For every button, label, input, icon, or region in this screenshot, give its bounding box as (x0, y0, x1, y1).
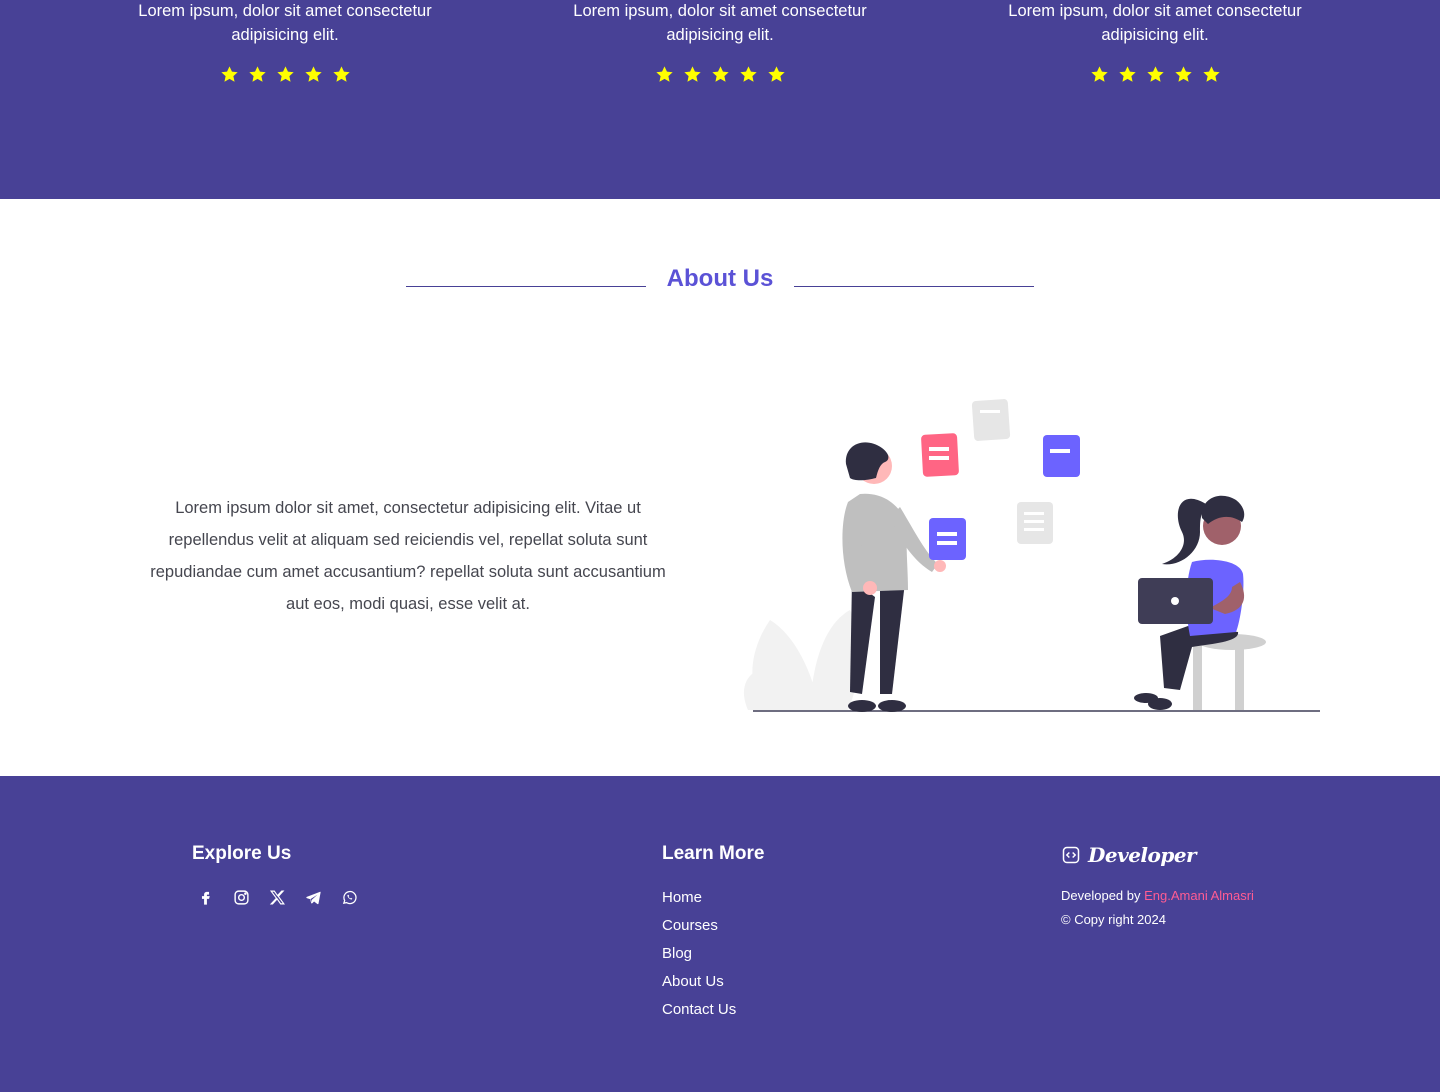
testimonial-text-line2: adipisicing elit. (1101, 26, 1209, 44)
heading-divider-right (794, 286, 1034, 287)
footer-link-contact-us[interactable]: Contact Us (662, 996, 764, 1024)
testimonial-text: Lorem ipsum, dolor sit amet consectetur … (115, 0, 455, 47)
footer-link-blog[interactable]: Blog (662, 940, 764, 968)
developer-brand[interactable]: Developer (1061, 842, 1254, 868)
footer-links: Home Courses Blog About Us Contact Us (662, 884, 764, 1024)
star-rating (115, 65, 455, 84)
developer-column: Developer Developed by Eng.Amani Almasri… (1061, 776, 1254, 932)
star-icon (332, 65, 351, 84)
standing-man-illustration (842, 442, 966, 712)
footer-link-courses[interactable]: Courses (662, 912, 764, 940)
testimonial-text-line2: adipisicing elit. (666, 26, 774, 44)
footer-link-home[interactable]: Home (662, 884, 764, 912)
facebook-icon[interactable] (194, 886, 216, 908)
testimonial-text: Lorem ipsum, dolor sit amet consectetur … (550, 0, 890, 47)
x-twitter-icon[interactable] (266, 886, 288, 908)
testimonial-text-line2: adipisicing elit. (231, 26, 339, 44)
star-icon (1146, 65, 1165, 84)
star-icon (220, 65, 239, 84)
testimonial-card: Lorem ipsum, dolor sit amet consectetur … (985, 0, 1325, 84)
explore-column: Explore Us (192, 776, 360, 908)
about-heading: About Us (0, 262, 1440, 302)
team-collaboration-illustration (743, 399, 1320, 712)
star-icon (767, 65, 786, 84)
credit-prefix: Developed by (1061, 888, 1141, 903)
star-icon (683, 65, 702, 84)
star-icon (739, 65, 758, 84)
author-name[interactable]: Eng.Amani Almasri (1144, 888, 1254, 903)
star-icon (1174, 65, 1193, 84)
testimonial-text-line1: Lorem ipsum, dolor sit amet consectetur (1008, 2, 1302, 20)
star-icon (711, 65, 730, 84)
social-links (194, 886, 360, 908)
star-icon (1118, 65, 1137, 84)
instagram-icon[interactable] (230, 886, 252, 908)
star-rating (550, 65, 890, 84)
testimonial-card: Lorem ipsum, dolor sit amet consectetur … (550, 0, 890, 84)
testimonials-section: Lorem ipsum, dolor sit amet consectetur … (0, 0, 1440, 199)
testimonial-text: Lorem ipsum, dolor sit amet consectetur … (985, 0, 1325, 47)
star-icon (304, 65, 323, 84)
star-icon (1090, 65, 1109, 84)
testimonial-card: Lorem ipsum, dolor sit amet consectetur … (115, 0, 455, 84)
star-icon (1202, 65, 1221, 84)
star-icon (655, 65, 674, 84)
testimonial-text-line1: Lorem ipsum, dolor sit amet consectetur (573, 2, 867, 20)
copyright: © Copy right 2024 (1061, 912, 1166, 927)
star-icon (248, 65, 267, 84)
telegram-icon[interactable] (302, 886, 324, 908)
plant-illustration (743, 610, 860, 710)
code-icon (1062, 846, 1080, 864)
star-icon (276, 65, 295, 84)
testimonial-text-line1: Lorem ipsum, dolor sit amet consectetur (138, 2, 432, 20)
star-rating (985, 65, 1325, 84)
brand-name: Developer (1088, 843, 1197, 867)
developer-credit: Developed by Eng.Amani Almasri (1061, 884, 1254, 908)
whatsapp-icon[interactable] (338, 886, 360, 908)
about-text: Lorem ipsum dolor sit amet, consectetur … (150, 499, 666, 613)
learn-more-heading: Learn More (662, 843, 765, 864)
explore-heading: Explore Us (192, 843, 292, 864)
site-footer: Explore Us Learn More Home Courses Blog (0, 776, 1440, 1092)
seated-woman-illustration (1134, 495, 1266, 710)
footer-link-about-us[interactable]: About Us (662, 968, 764, 996)
learn-more-column: Learn More Home Courses Blog About Us Co… (662, 776, 764, 1024)
about-title: About Us (666, 265, 774, 292)
